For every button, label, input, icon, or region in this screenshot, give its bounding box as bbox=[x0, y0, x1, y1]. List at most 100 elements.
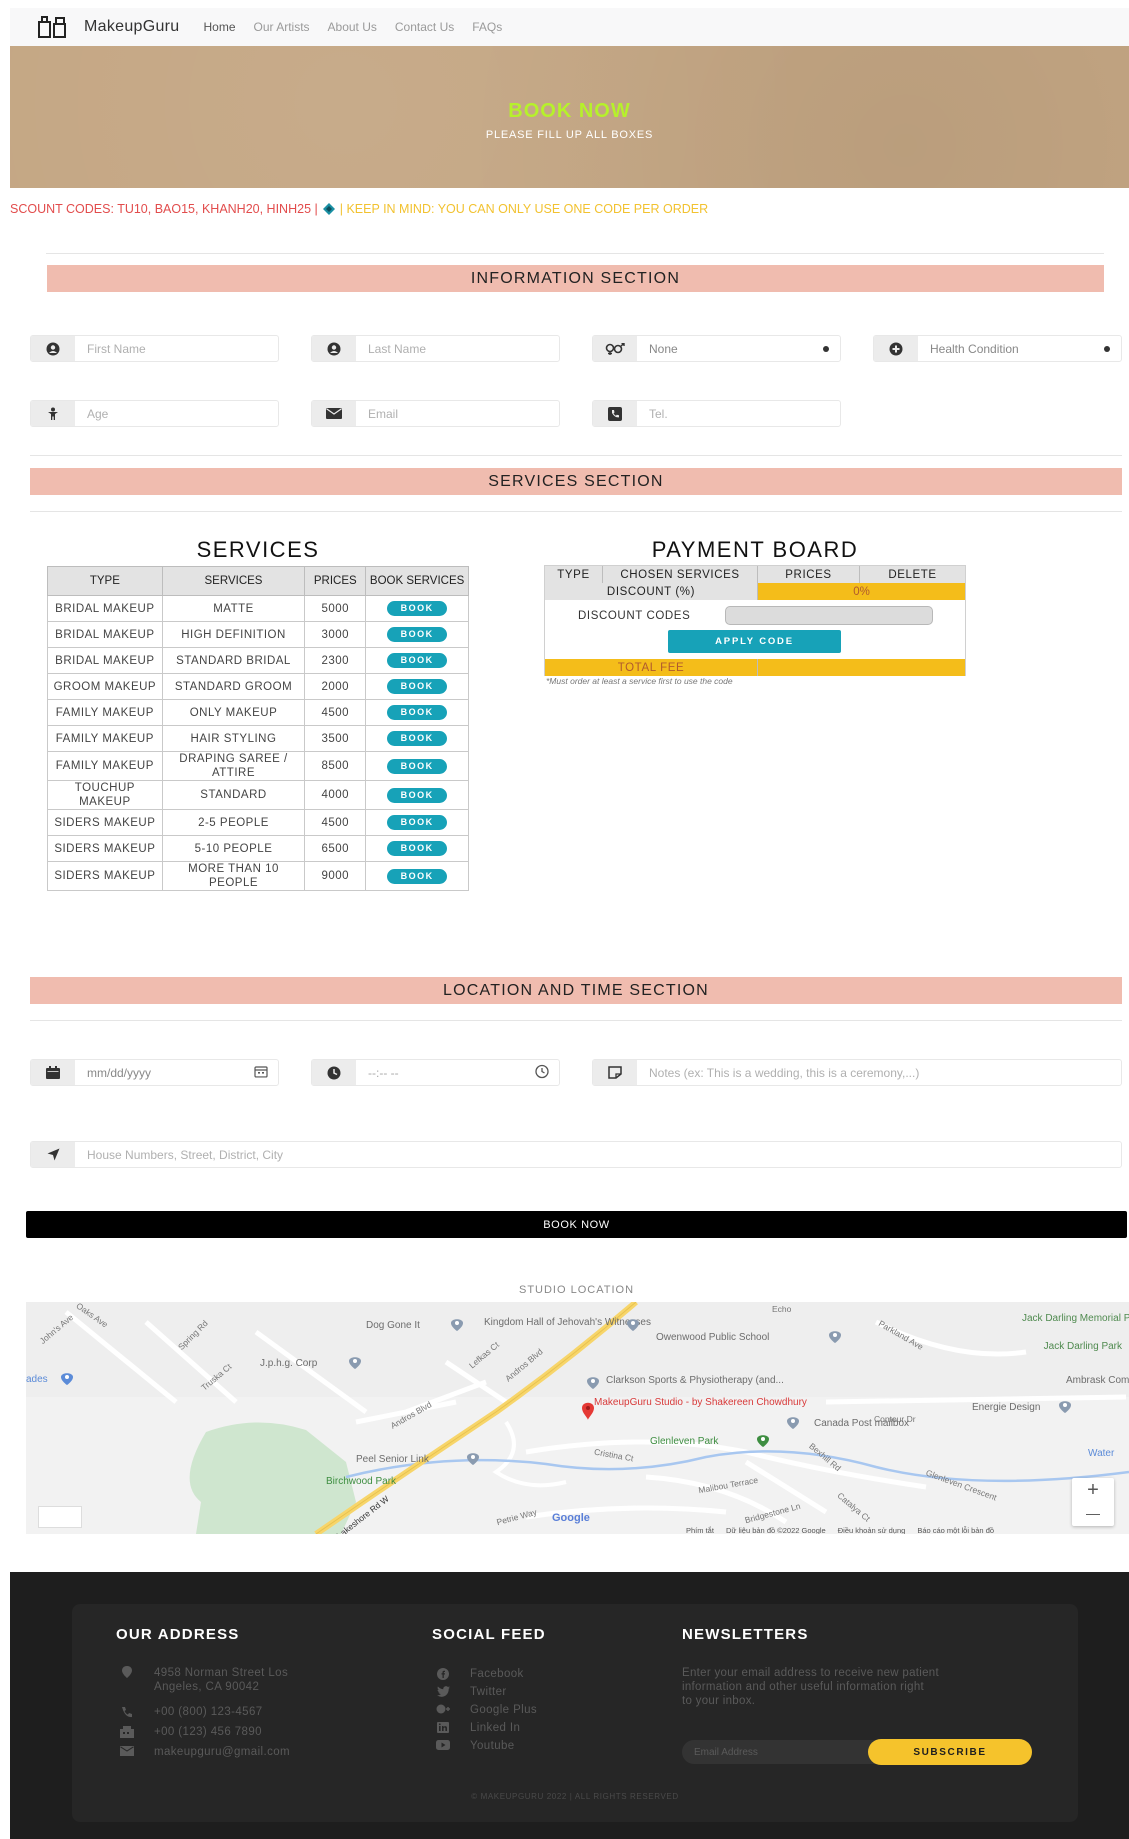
twitter-label: Twitter bbox=[470, 1686, 507, 1698]
map-pin-icon[interactable] bbox=[466, 1452, 480, 1466]
poi-label[interactable]: Birchwood Park bbox=[326, 1477, 396, 1487]
newsletter-text-line-1: Enter your email address to receive new … bbox=[682, 1667, 940, 1679]
book-service-button[interactable]: BOOK bbox=[387, 705, 448, 720]
tel-input[interactable]: Tel. bbox=[637, 401, 840, 426]
poi-label[interactable]: Glenleven Park bbox=[650, 1436, 718, 1447]
book-service-button[interactable]: BOOK bbox=[387, 627, 448, 642]
book-service-button[interactable]: BOOK bbox=[387, 601, 448, 616]
map-shortcuts-link[interactable]: Phím tắt bbox=[686, 1526, 714, 1534]
book-service-button[interactable]: BOOK bbox=[387, 868, 448, 884]
map-pin-icon[interactable] bbox=[626, 1318, 640, 1332]
service-name: ONLY MAKEUP bbox=[161, 699, 306, 726]
poi-label[interactable]: Clarkson Sports & Physiotherapy (and... bbox=[606, 1376, 784, 1386]
email-text[interactable]: makeupguru@gmail.com bbox=[154, 1746, 290, 1758]
map-pin-icon[interactable] bbox=[786, 1416, 800, 1430]
calendar-picker-icon[interactable] bbox=[254, 1065, 268, 1080]
gender-select-value[interactable]: None bbox=[637, 336, 840, 361]
zoom-in-button[interactable]: + bbox=[1072, 1478, 1114, 1502]
notes-input[interactable]: Notes (ex: This is a wedding, this is a … bbox=[637, 1060, 1121, 1085]
age-input[interactable]: Age bbox=[75, 401, 278, 426]
time-field[interactable]: --:-- -- bbox=[311, 1059, 560, 1086]
poi-label[interactable]: Jack Darling Memorial Park bbox=[1022, 1314, 1129, 1324]
social-youtube[interactable]: Youtube bbox=[432, 1740, 515, 1752]
poi-label[interactable]: Energie Design bbox=[972, 1402, 1040, 1413]
time-input[interactable]: --:-- -- bbox=[356, 1060, 559, 1085]
book-service-button[interactable]: BOOK bbox=[387, 841, 448, 856]
age-field[interactable]: Age bbox=[30, 400, 279, 427]
social-linkedin[interactable]: Linked In bbox=[432, 1722, 520, 1734]
zoom-out-button[interactable]: — bbox=[1072, 1502, 1114, 1526]
nav-link-our-artists[interactable]: Our Artists bbox=[254, 20, 310, 34]
service-name: STANDARD GROOM bbox=[161, 673, 306, 700]
poi-label[interactable]: Canada Post mailbox bbox=[814, 1418, 909, 1429]
brand-name[interactable]: MakeupGuru bbox=[84, 18, 180, 36]
book-service-button[interactable]: BOOK bbox=[387, 679, 448, 694]
date-field[interactable]: mm/dd/yyyy bbox=[30, 1059, 279, 1086]
service-price: 4000 bbox=[304, 780, 367, 810]
service-price: 3000 bbox=[304, 621, 367, 648]
book-service-button[interactable]: BOOK bbox=[387, 815, 448, 830]
service-name: STANDARD BRIDAL bbox=[161, 647, 306, 674]
book-now-button[interactable]: BOOK NOW bbox=[26, 1211, 1127, 1238]
address-field[interactable]: House Numbers, Street, District, City bbox=[30, 1141, 1122, 1168]
map-pin-icon[interactable] bbox=[1058, 1400, 1072, 1414]
google-plus-label: Google Plus bbox=[470, 1704, 538, 1716]
map-pin-icon[interactable] bbox=[450, 1318, 464, 1332]
email-input[interactable]: Email bbox=[356, 401, 559, 426]
book-service-button[interactable]: BOOK bbox=[387, 787, 448, 803]
social-facebook[interactable]: Facebook bbox=[432, 1668, 524, 1680]
phone-2-text: +00 (123) 456 7890 bbox=[154, 1726, 262, 1738]
book-service-button[interactable]: BOOK bbox=[387, 731, 448, 746]
nav-link-faqs[interactable]: FAQs bbox=[472, 20, 502, 34]
map-pin-icon[interactable] bbox=[586, 1376, 600, 1390]
apply-code-button[interactable]: APPLY CODE bbox=[668, 630, 841, 653]
map-thumbnail-toggle[interactable] bbox=[38, 1506, 82, 1528]
poi-label[interactable]: J.p.h.g. Corp bbox=[260, 1358, 317, 1369]
map-pin-icon[interactable] bbox=[60, 1372, 74, 1386]
first-name-field[interactable]: First Name bbox=[30, 335, 279, 362]
first-name-input[interactable]: First Name bbox=[75, 336, 278, 361]
map-terms-link[interactable]: Điều khoản sử dụng bbox=[838, 1526, 906, 1534]
nav-link-about-us[interactable]: About Us bbox=[328, 20, 377, 34]
map-pin-icon[interactable] bbox=[348, 1356, 362, 1370]
book-service-button[interactable]: BOOK bbox=[387, 758, 448, 774]
date-input[interactable]: mm/dd/yyyy bbox=[75, 1060, 278, 1085]
discount-code-input[interactable] bbox=[725, 606, 933, 625]
address-input[interactable]: House Numbers, Street, District, City bbox=[75, 1142, 1121, 1167]
service-type: GROOM MAKEUP bbox=[47, 673, 163, 700]
last-name-field[interactable]: Last Name bbox=[311, 335, 560, 362]
email-field[interactable]: Email bbox=[311, 400, 560, 427]
last-name-input[interactable]: Last Name bbox=[356, 336, 559, 361]
tel-field[interactable]: Tel. bbox=[592, 400, 841, 427]
nav-link-home[interactable]: Home bbox=[204, 20, 236, 34]
service-row: BRIDAL MAKEUP STANDARD BRIDAL 2300 BOOK bbox=[47, 647, 469, 674]
notes-field[interactable]: Notes (ex: This is a wedding, this is a … bbox=[592, 1059, 1122, 1086]
poi-label[interactable]: Peel Senior Link bbox=[356, 1454, 429, 1465]
service-price: 5000 bbox=[304, 595, 367, 622]
gender-select[interactable]: None bbox=[592, 335, 841, 362]
poi-label[interactable]: Kingdom Hall of Jehovah's Witnesses bbox=[484, 1318, 651, 1328]
subscribe-button[interactable]: SUBSCRIBE bbox=[868, 1739, 1032, 1765]
nav-link-contact-us[interactable]: Contact Us bbox=[395, 20, 454, 34]
poi-label[interactable]: Dog Gone It bbox=[366, 1320, 420, 1331]
newsletter-email-input[interactable]: Email Address bbox=[682, 1740, 882, 1764]
social-twitter[interactable]: Twitter bbox=[432, 1686, 507, 1698]
map-pin-icon[interactable] bbox=[828, 1330, 842, 1344]
health-condition-value[interactable]: Health Condition bbox=[918, 336, 1121, 361]
health-condition-select[interactable]: Health Condition bbox=[873, 335, 1122, 362]
studio-map[interactable]: Oaks Ave John's Ave Spring Rd Truska Ct … bbox=[26, 1302, 1129, 1534]
clock-picker-icon[interactable] bbox=[535, 1064, 549, 1081]
social-google-plus[interactable]: Google Plus bbox=[432, 1704, 537, 1716]
poi-label[interactable]: Ambrask Compan bbox=[1066, 1376, 1129, 1386]
map-pin-icon[interactable] bbox=[756, 1434, 770, 1448]
studio-marker-label[interactable]: MakeupGuru Studio - by Shakereen Chowdhu… bbox=[594, 1398, 807, 1408]
poi-label[interactable]: Owenwood Public School bbox=[656, 1332, 769, 1343]
date-placeholder: mm/dd/yyyy bbox=[87, 1065, 152, 1080]
book-service-button[interactable]: BOOK bbox=[387, 653, 448, 668]
map-report-link[interactable]: Báo cáo một lỗi bản đồ bbox=[917, 1526, 994, 1534]
poi-label[interactable]: Jack Darling Park bbox=[1042, 1342, 1122, 1352]
poi-label[interactable]: Water bbox=[1088, 1448, 1114, 1459]
makeup-kit-icon[interactable] bbox=[36, 15, 70, 39]
service-name: 2-5 PEOPLE bbox=[161, 809, 306, 836]
poi-label[interactable]: ades bbox=[26, 1374, 48, 1385]
